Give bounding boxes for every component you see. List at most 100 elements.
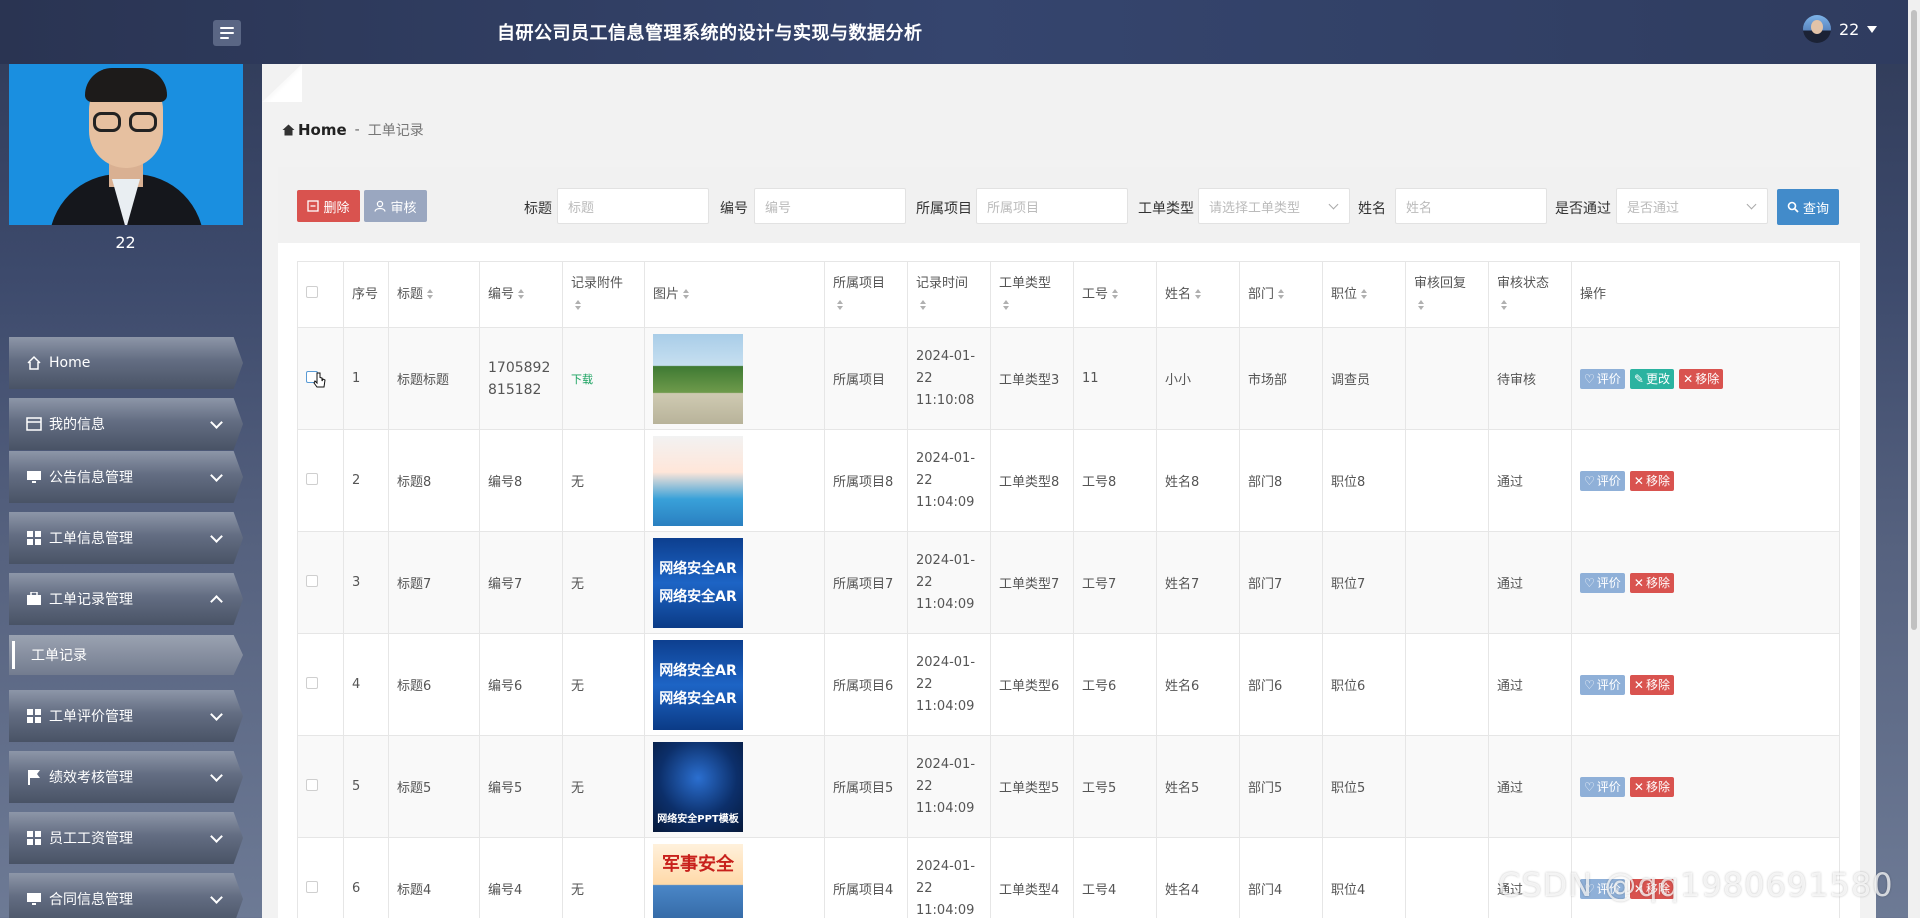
cell-position: 职位7	[1322, 531, 1406, 634]
sidebar-subitem-workorder-record[interactable]: 工单记录	[9, 635, 243, 675]
row-checkbox[interactable]	[306, 676, 318, 689]
sort-icon[interactable]	[1418, 300, 1425, 310]
cell-title: 标题7	[388, 531, 480, 634]
col-status[interactable]: 审核状态	[1488, 261, 1572, 328]
type-select[interactable]: 请选择工单类型	[1198, 188, 1350, 224]
sort-icon[interactable]	[427, 289, 434, 299]
evaluate-button[interactable]: ♡ 评价	[1580, 368, 1625, 389]
audit-button[interactable]: 审核	[364, 190, 427, 222]
remove-button[interactable]: ✕ 移除	[1629, 470, 1674, 491]
sort-icon[interactable]	[518, 289, 525, 299]
row-checkbox[interactable]	[306, 574, 318, 587]
sort-icon[interactable]	[575, 300, 582, 310]
monitor-icon	[25, 468, 43, 486]
sort-icon[interactable]	[1003, 300, 1010, 310]
search-button[interactable]: 查询	[1777, 189, 1839, 225]
project-input[interactable]: 所属项目	[976, 188, 1128, 224]
caret-down-icon	[1867, 25, 1878, 33]
col-attachment[interactable]: 记录附件	[562, 261, 645, 328]
sort-icon[interactable]	[1112, 289, 1119, 299]
sidebar-item-performance[interactable]: 绩效考核管理	[9, 751, 243, 803]
page-scrollbar[interactable]	[1908, 0, 1920, 918]
cell-dept: 市场部	[1239, 327, 1323, 430]
record-image[interactable]: 网络安全AR 网络安全AR	[653, 639, 743, 730]
sidebar-item-workorder-info[interactable]: 工单信息管理	[9, 512, 243, 564]
edit-button[interactable]: ✎ 更改	[1629, 368, 1674, 389]
remove-button[interactable]: ✕ 移除	[1679, 368, 1724, 389]
remove-button[interactable]: ✕ 移除	[1629, 572, 1674, 593]
sidebar-item-home[interactable]: Home	[9, 337, 243, 389]
record-image[interactable]	[653, 435, 743, 526]
user-icon	[374, 200, 387, 212]
download-link[interactable]: 下载	[571, 373, 593, 386]
row-checkbox[interactable]	[306, 472, 318, 485]
cell-time: 2024-01-22 11:04:09	[907, 633, 991, 736]
sidebar-item-my-info[interactable]: 我的信息	[9, 398, 243, 450]
cell-code: 1705892815182	[479, 327, 563, 430]
cell-status: 通过	[1488, 633, 1572, 736]
menu-toggle-button[interactable]	[213, 20, 241, 46]
app-title: 自研公司员工信息管理系统的设计与实现与数据分析	[497, 23, 923, 44]
sort-icon[interactable]	[1361, 289, 1368, 299]
sort-icon[interactable]	[837, 300, 844, 310]
col-staff-no[interactable]: 工号	[1073, 261, 1157, 328]
heart-icon: ♡	[1584, 473, 1595, 488]
evaluate-button[interactable]: ♡ 评价	[1580, 674, 1625, 695]
sort-icon[interactable]	[1278, 289, 1285, 299]
col-time[interactable]: 记录时间	[907, 261, 991, 328]
name-input[interactable]: 姓名	[1395, 188, 1547, 224]
remove-button[interactable]: ✕ 移除	[1629, 674, 1674, 695]
code-input[interactable]: 编号	[754, 188, 906, 224]
sort-icon[interactable]	[920, 300, 927, 310]
scrollbar-thumb[interactable]	[1911, 10, 1917, 630]
sort-icon[interactable]	[683, 289, 690, 299]
col-dept[interactable]: 部门	[1239, 261, 1323, 328]
select-all-cell[interactable]	[297, 261, 344, 328]
record-image[interactable]: 网络安全PPT模板	[653, 741, 743, 832]
sidebar-item-salary[interactable]: 员工工资管理	[9, 812, 243, 864]
evaluate-button[interactable]: ♡ 评价	[1580, 572, 1625, 593]
cell-title: 标题4	[388, 837, 480, 918]
sidebar-item-workorder-record[interactable]: 工单记录管理	[9, 573, 243, 625]
record-image[interactable]: 网络安全AR 网络安全AR	[653, 537, 743, 628]
cell-staff-no: 工号7	[1073, 531, 1157, 634]
col-reply[interactable]: 审核回复	[1405, 261, 1489, 328]
passed-select[interactable]: 是否通过	[1616, 188, 1768, 224]
sort-icon[interactable]	[1501, 300, 1508, 310]
cell-time: 2024-01-22 11:04:09	[907, 735, 991, 838]
remove-button[interactable]: ✕ 移除	[1629, 776, 1674, 797]
cell-time: 2024-01-22 11:10:08	[907, 327, 991, 430]
col-project[interactable]: 所属项目	[824, 261, 908, 328]
evaluate-button[interactable]: ♡ 评价	[1580, 776, 1625, 797]
cell-staff-no: 工号8	[1073, 429, 1157, 532]
col-name[interactable]: 姓名	[1156, 261, 1240, 328]
col-code[interactable]: 编号	[479, 261, 563, 328]
sidebar-item-workorder-eval[interactable]: 工单评价管理	[9, 690, 243, 742]
close-icon: ✕	[1633, 575, 1644, 590]
minus-square-icon	[307, 200, 320, 212]
sidebar-item-notice[interactable]: 公告信息管理	[9, 451, 243, 503]
cell-type: 工单类型8	[990, 429, 1074, 532]
record-image[interactable]	[653, 333, 743, 424]
cell-code: 编号5	[479, 735, 563, 838]
select-all-checkbox[interactable]	[306, 285, 318, 298]
evaluate-button[interactable]: ♡ 评价	[1580, 470, 1625, 491]
sort-icon[interactable]	[1195, 289, 1202, 299]
col-position[interactable]: 职位	[1322, 261, 1406, 328]
col-title[interactable]: 标题	[388, 261, 480, 328]
user-menu[interactable]: 22	[1803, 15, 1878, 43]
table-row: 2 标题8 编号8 无 所属项目8 2024-01-22 11:04:09 工单…	[297, 429, 1840, 532]
breadcrumb-home[interactable]: Home	[282, 121, 347, 139]
col-image[interactable]: 图片	[644, 261, 825, 328]
cell-name: 姓名7	[1156, 531, 1240, 634]
chevron-down-icon	[210, 708, 223, 721]
title-input[interactable]: 标题	[557, 188, 709, 224]
cell-name: 小小	[1156, 327, 1240, 430]
col-type[interactable]: 工单类型	[990, 261, 1074, 328]
row-checkbox[interactable]	[306, 880, 318, 893]
record-image[interactable]: 军事安全	[653, 843, 743, 918]
delete-button[interactable]: 删除	[297, 190, 360, 222]
row-checkbox[interactable]	[306, 778, 318, 791]
cell-name: 姓名5	[1156, 735, 1240, 838]
sidebar-item-contract[interactable]: 合同信息管理	[9, 873, 243, 918]
